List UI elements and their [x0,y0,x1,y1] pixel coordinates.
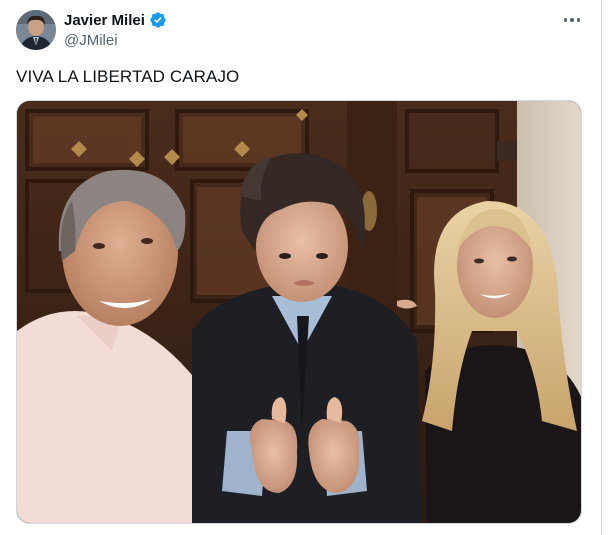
avatar-image [16,10,56,50]
photo-content [17,101,581,523]
tweet-text: VIVA LA LIBERTAD CARAJO [16,67,240,86]
tweet-photo[interactable] [16,100,582,524]
column-divider [601,0,602,535]
verified-badge-icon [149,11,167,29]
user-avatar[interactable] [16,10,56,50]
user-handle[interactable]: @JMilei [64,32,118,49]
author-name-row[interactable]: Javier Milei [64,11,167,29]
tweet-card[interactable]: Javier Milei @JMilei VIVA LA LIBERTAD CA… [0,0,602,535]
more-options-icon[interactable] [558,8,586,32]
display-name[interactable]: Javier Milei [64,12,145,29]
